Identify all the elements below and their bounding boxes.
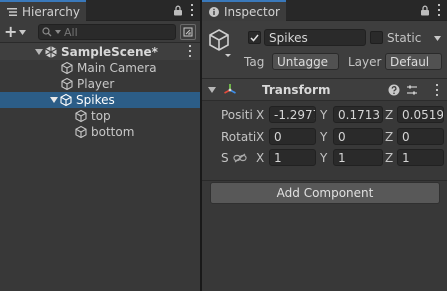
preset-sliders-icon[interactable] <box>406 84 418 99</box>
position-x-field[interactable]: -1.2977 <box>269 106 316 123</box>
scale-y-label[interactable]: Y <box>320 151 327 165</box>
more-options-icon[interactable] <box>435 84 439 96</box>
tag-value: Untagge <box>277 54 329 69</box>
tag-label: Tag <box>244 55 265 69</box>
checkmark-icon <box>250 34 259 42</box>
search-icon <box>42 27 52 37</box>
transform-header[interactable]: Transform <box>202 79 447 101</box>
more-options-icon[interactable] <box>188 45 192 57</box>
lock-icon[interactable] <box>419 4 431 16</box>
lock-icon[interactable] <box>172 4 184 16</box>
gameobject-cube-icon <box>59 93 73 107</box>
inspector-tabbar: Inspector <box>202 0 447 21</box>
position-z-field[interactable]: 0.0519 <box>397 106 444 123</box>
gameobject-cube-icon <box>74 109 88 123</box>
list-item[interactable]: top <box>0 108 200 124</box>
transform-icon <box>222 82 238 101</box>
list-item[interactable]: Main Camera <box>0 60 200 76</box>
static-checkbox[interactable] <box>370 31 383 44</box>
scene-visibility-button[interactable] <box>180 24 196 40</box>
rotation-y-label[interactable]: Y <box>320 130 327 144</box>
scale-label[interactable]: S <box>221 151 229 165</box>
layer-label: Layer <box>348 55 382 69</box>
object-header: Spikes Static Tag Untagge Layer Defaul <box>202 21 447 79</box>
list-item-label: Player <box>77 77 115 91</box>
tab-inspector[interactable]: Inspector <box>202 0 286 21</box>
rotation-x-label[interactable]: X <box>256 130 264 144</box>
add-object-button[interactable]: + <box>4 24 32 40</box>
rotation-label[interactable]: Rotati <box>221 130 256 144</box>
more-options-icon[interactable] <box>190 4 194 16</box>
scene-name: SampleScene* <box>61 44 158 59</box>
expand-arrow-icon[interactable] <box>34 47 44 57</box>
inspector-panel: Inspector Spikes Static Tag Untagge Laye… <box>202 0 447 291</box>
search-input[interactable] <box>64 25 174 39</box>
layer-dropdown[interactable]: Defaul <box>385 53 442 70</box>
position-y-field[interactable]: 0.1713 <box>333 106 383 123</box>
position-z-label[interactable]: Z <box>385 108 393 122</box>
scene-row[interactable]: SampleScene* <box>0 43 200 60</box>
help-icon[interactable] <box>388 84 400 99</box>
position-x-label[interactable]: X <box>256 108 264 122</box>
list-item[interactable]: Player <box>0 76 200 92</box>
gameobject-cube-icon <box>74 125 88 139</box>
hierarchy-toolbar: + <box>0 21 200 43</box>
rotation-z-field[interactable]: 0 <box>397 128 444 145</box>
static-label: Static <box>387 31 422 45</box>
rotation-z-label[interactable]: Z <box>385 130 393 144</box>
plus-icon: + <box>4 22 18 41</box>
list-item-label: bottom <box>91 125 135 139</box>
hierarchy-tabbar: Hierarchy <box>0 0 200 21</box>
transform-title: Transform <box>262 83 331 97</box>
list-item-label: Spikes <box>76 93 115 107</box>
expand-arrow-icon[interactable] <box>208 87 216 93</box>
tab-hierarchy-label: Hierarchy <box>22 4 81 19</box>
scene-icon <box>183 27 193 37</box>
scale-x-label[interactable]: X <box>256 151 264 165</box>
list-item-selected[interactable]: Spikes <box>0 92 200 108</box>
position-y-label[interactable]: Y <box>320 108 327 122</box>
hierarchy-tree: SampleScene* Main Camera Player Spikes t… <box>0 43 200 140</box>
list-icon <box>6 6 18 18</box>
list-item-label: top <box>91 109 111 123</box>
rotation-x-field[interactable]: 0 <box>269 128 316 145</box>
active-checkbox[interactable] <box>248 31 261 44</box>
scale-z-field[interactable]: 1 <box>397 149 444 166</box>
hierarchy-search[interactable] <box>38 24 176 40</box>
info-icon <box>208 6 220 18</box>
hierarchy-panel: Hierarchy + S <box>0 0 200 291</box>
list-item-label: Main Camera <box>77 61 157 75</box>
chevron-down-icon <box>19 29 27 35</box>
transform-body: Positi X -1.2977 Y 0.1713 Z 0.0519 Rotat… <box>202 101 447 181</box>
tag-dropdown[interactable]: Untagge <box>272 53 339 70</box>
constrain-proportions-icon[interactable] <box>233 152 247 166</box>
chevron-down-icon <box>55 30 61 34</box>
chevron-down-icon[interactable] <box>434 36 441 41</box>
more-options-icon[interactable] <box>437 4 441 16</box>
gameobject-cube-icon <box>60 61 74 75</box>
gameobject-cube-icon[interactable] <box>208 27 234 57</box>
tab-inspector-label: Inspector <box>224 4 280 19</box>
tab-hierarchy[interactable]: Hierarchy <box>0 0 87 21</box>
expand-arrow-icon[interactable] <box>49 95 59 105</box>
unity-scene-icon <box>44 45 58 59</box>
add-component-button[interactable]: Add Component <box>210 182 440 204</box>
scale-x-field[interactable]: 1 <box>269 149 316 166</box>
scale-y-field[interactable]: 1 <box>333 149 383 166</box>
rotation-y-field[interactable]: 0 <box>333 128 383 145</box>
position-label[interactable]: Positi <box>221 108 253 122</box>
scale-z-label[interactable]: Z <box>385 151 393 165</box>
object-name-field[interactable]: Spikes <box>264 29 366 46</box>
gameobject-cube-icon <box>60 77 74 91</box>
layer-value: Defaul <box>390 54 430 69</box>
list-item[interactable]: bottom <box>0 124 200 140</box>
